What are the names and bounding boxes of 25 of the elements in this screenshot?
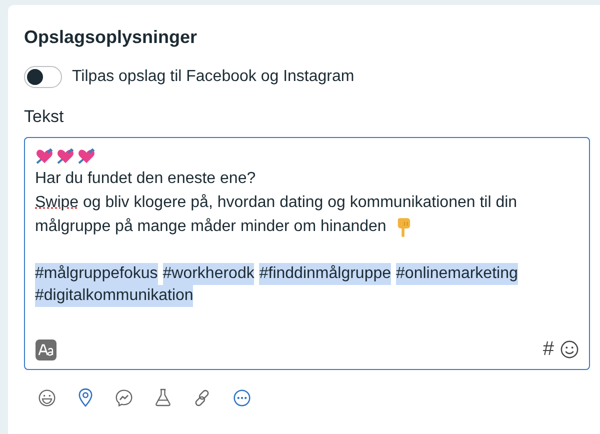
hashtag: #workherodk — [162, 263, 254, 285]
hashtag: #digitalkommunikation — [35, 285, 194, 307]
text-format-icon[interactable] — [35, 338, 57, 360]
hashtag-button[interactable]: # — [542, 338, 554, 361]
messenger-icon[interactable] — [115, 388, 133, 406]
text-line: Har du fundet den eneste ene? — [35, 169, 256, 189]
text-line: målgruppe på mange måder minder om hinanden — [35, 217, 386, 237]
link-icon[interactable] — [193, 388, 211, 406]
more-icon[interactable] — [233, 388, 251, 406]
heart-arrow-icon — [56, 148, 75, 164]
heart-arrow-icon — [35, 148, 54, 164]
hashtag: #finddinmålgruppe — [259, 263, 392, 285]
text-field[interactable] — [24, 137, 590, 370]
toggle-switch[interactable] — [24, 66, 62, 88]
hashtag: #målgruppefokus — [35, 263, 158, 285]
heart-arrow-icon — [77, 148, 96, 164]
location-pin-icon[interactable] — [78, 388, 93, 407]
grin-icon[interactable] — [38, 388, 56, 406]
text-line: Swipe og bliv klogere på, hvordan dating og kommunikationen til din — [35, 193, 518, 213]
field-label: Tekst — [24, 107, 65, 127]
section-title: Opslagsoplysninger — [24, 27, 198, 48]
flask-icon[interactable] — [155, 388, 171, 407]
emoji-icon[interactable] — [560, 340, 579, 359]
toggle-label: Tilpas opslag til Facebook og Instagram — [72, 68, 354, 86]
hashtag: #onlinemarketing — [396, 263, 518, 285]
